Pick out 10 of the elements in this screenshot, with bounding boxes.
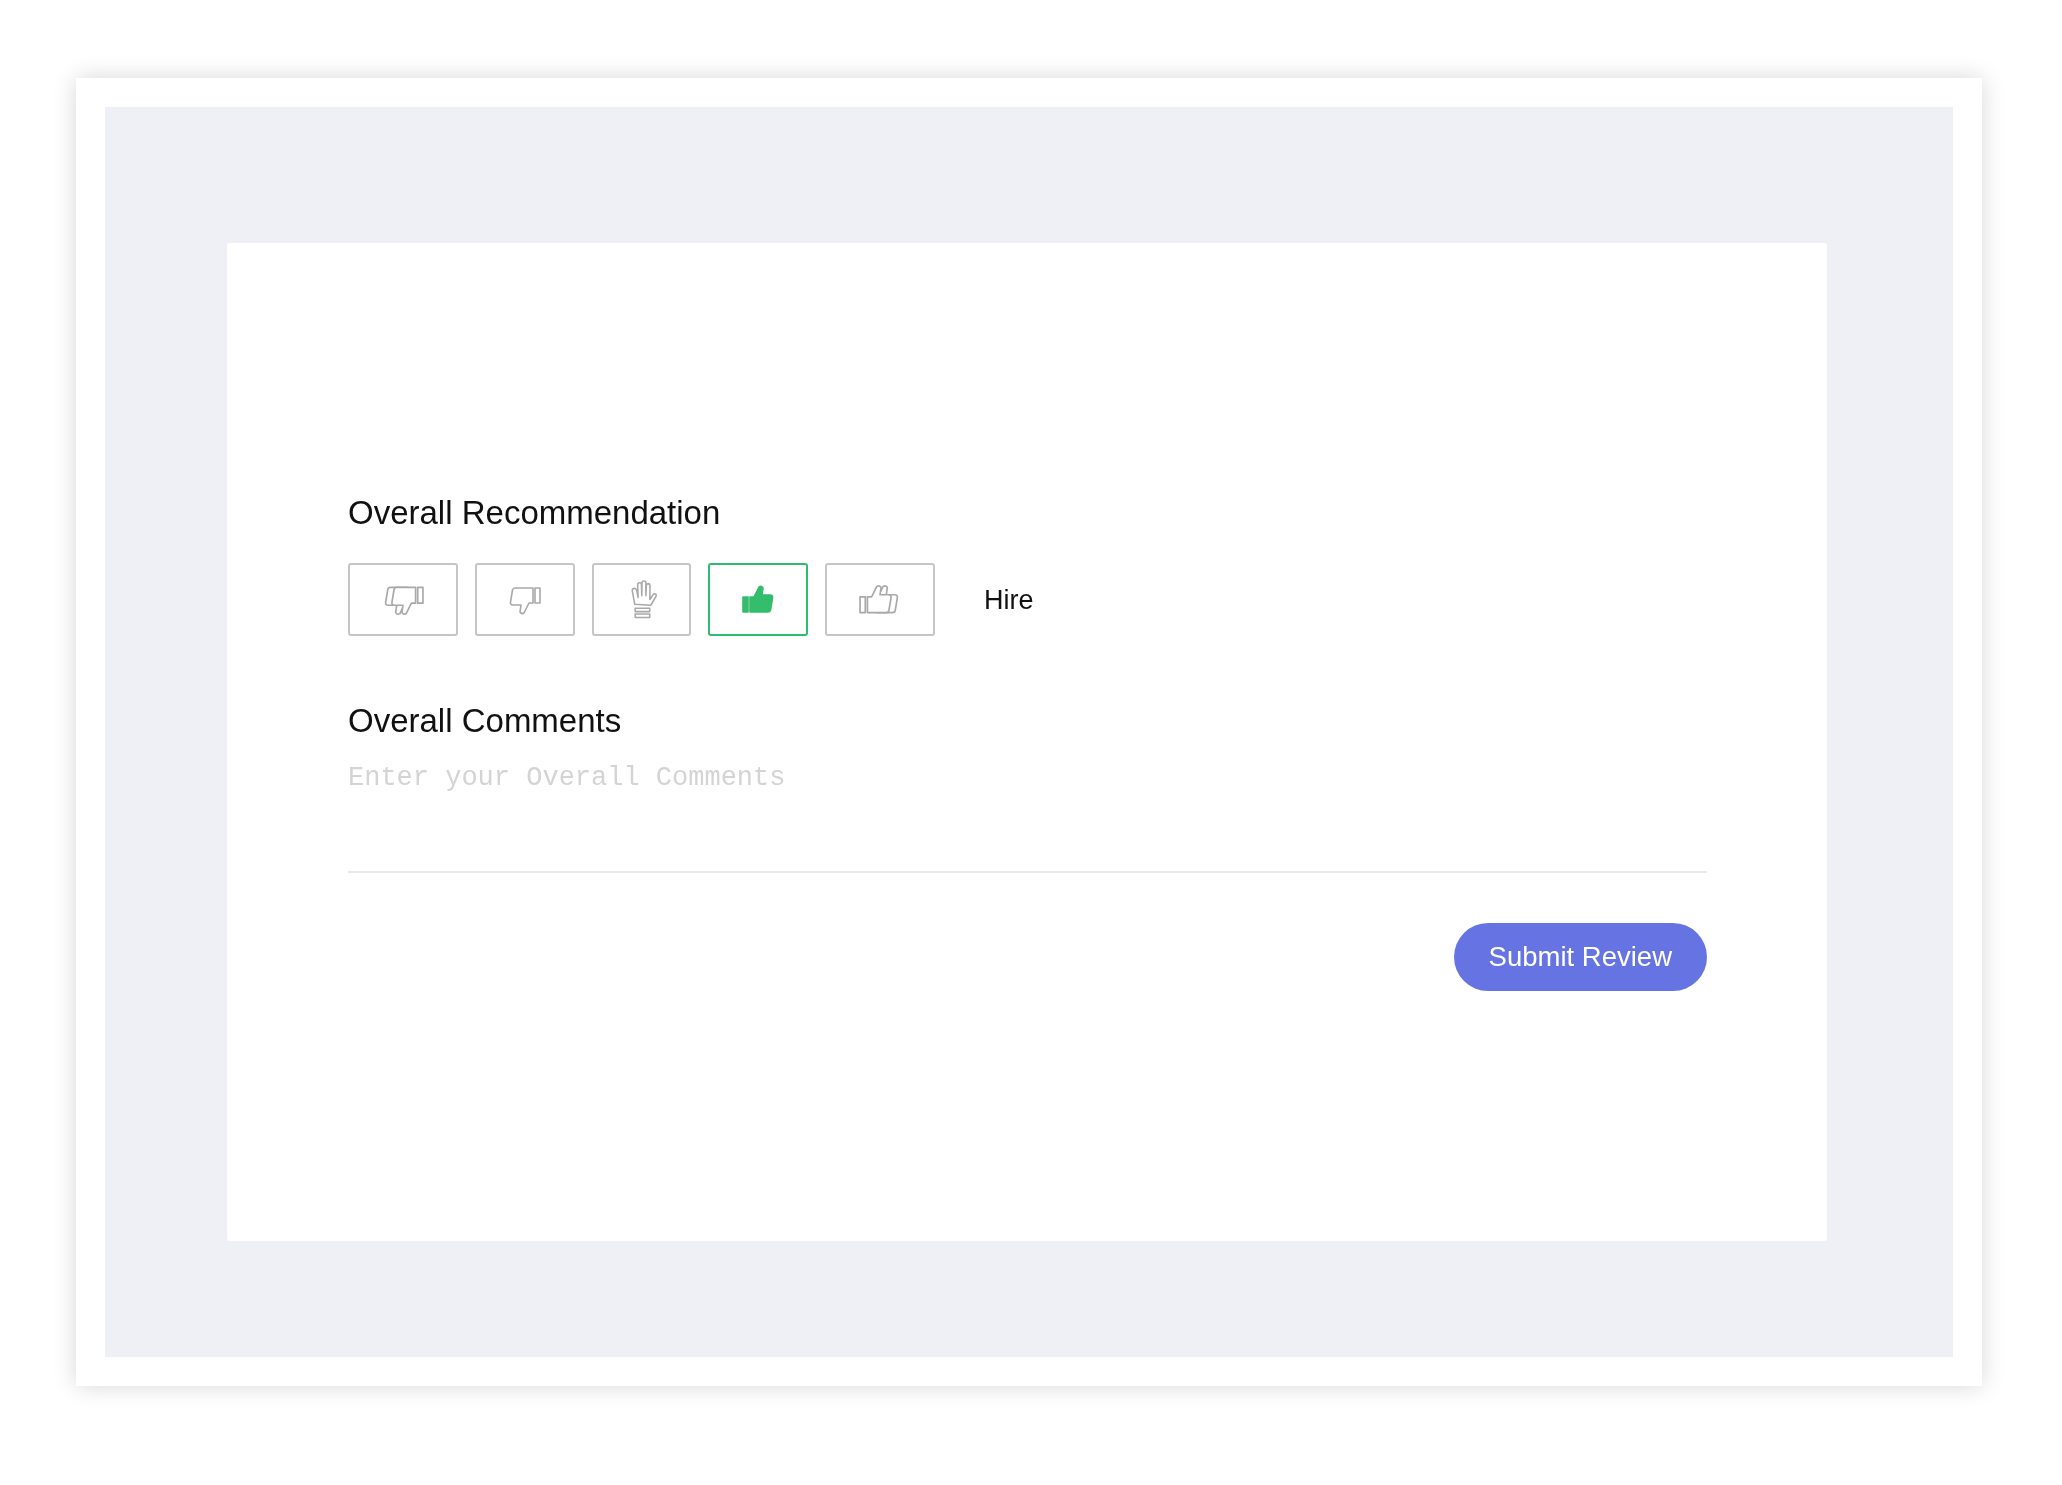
submit-review-button[interactable]: Submit Review [1453,923,1707,991]
selected-recommendation-label: Hire [984,583,1034,616]
rating-option-button[interactable] [825,563,935,636]
rating-option-button[interactable] [708,563,808,636]
rating-option-button[interactable] [475,563,575,636]
rating-option-button[interactable] [348,563,458,636]
rating-option-button[interactable] [592,563,691,636]
section-title: Overall Comments [348,702,622,740]
thumbs-up-icon [742,583,774,616]
section-title: Overall Recommendation [348,494,721,532]
